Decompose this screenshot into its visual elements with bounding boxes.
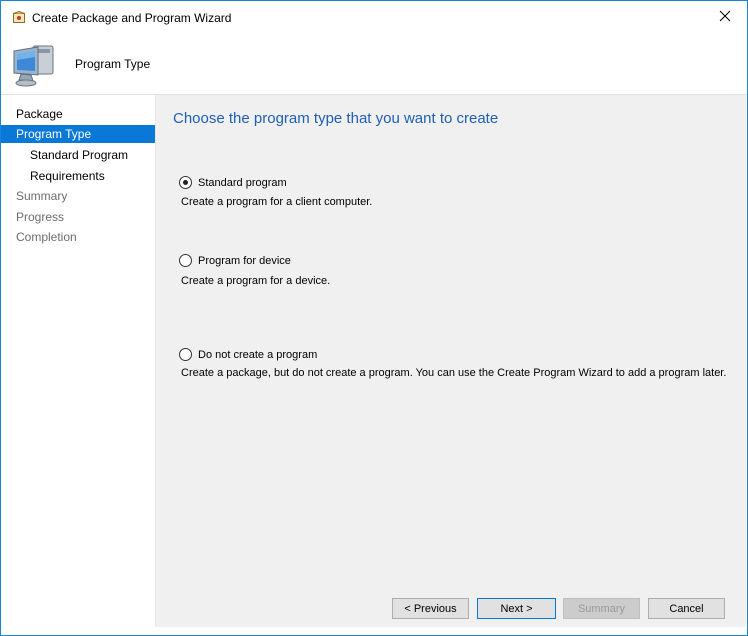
close-button[interactable] bbox=[703, 1, 747, 31]
standard-program-label: Standard program bbox=[198, 176, 287, 189]
sidebar-item-progress: Progress bbox=[16, 210, 65, 224]
page-title: Program Type bbox=[75, 57, 151, 71]
sidebar-item-standard-program[interactable]: Standard Program bbox=[1, 146, 155, 164]
no-program-option[interactable]: Do not create a program bbox=[179, 348, 317, 361]
window-title: Create Package and Program Wizard bbox=[32, 11, 232, 25]
summary-button: Summary bbox=[563, 598, 640, 619]
sidebar-item-requirements[interactable]: Requirements bbox=[1, 167, 155, 185]
sidebar-item-package[interactable]: Package bbox=[1, 105, 155, 123]
cancel-button[interactable]: Cancel bbox=[648, 598, 725, 619]
content-heading: Choose the program type that you want to… bbox=[173, 110, 499, 127]
sidebar-item-completion: Completion bbox=[16, 230, 77, 244]
close-icon bbox=[719, 10, 731, 22]
package-wizard-icon bbox=[13, 11, 25, 23]
title-bar: Create Package and Program Wizard bbox=[1, 1, 747, 31]
previous-button[interactable]: < Previous bbox=[392, 598, 469, 619]
bottom-strip bbox=[1, 627, 747, 635]
standard-program-option[interactable]: Standard program bbox=[179, 176, 287, 189]
wizard-window: Create Package and Program Wizard Progra… bbox=[0, 0, 748, 636]
no-program-label: Do not create a program bbox=[198, 348, 318, 361]
standard-program-radio[interactable] bbox=[179, 176, 192, 189]
no-program-radio[interactable] bbox=[179, 348, 192, 361]
next-button[interactable]: Next > bbox=[477, 598, 556, 619]
wizard-steps-sidebar: Package Program Type Standard Program Re… bbox=[1, 95, 156, 627]
standard-program-description: Create a program for a client computer. bbox=[181, 196, 373, 208]
wizard-header: Program Type bbox=[1, 31, 747, 94]
sidebar-item-summary: Summary bbox=[16, 189, 68, 203]
program-for-device-option[interactable]: Program for device bbox=[179, 254, 291, 267]
program-for-device-radio[interactable] bbox=[179, 254, 192, 267]
computer-monitor-icon bbox=[13, 45, 54, 87]
no-program-description: Create a package, but do not create a pr… bbox=[181, 367, 727, 379]
program-for-device-description: Create a program for a device. bbox=[181, 275, 331, 287]
program-for-device-label: Program for device bbox=[198, 254, 291, 267]
wizard-footer: < Previous Next > Summary Cancel bbox=[156, 581, 746, 627]
sidebar-item-program-type[interactable]: Program Type bbox=[1, 125, 155, 143]
wizard-content: Choose the program type that you want to… bbox=[156, 95, 746, 581]
